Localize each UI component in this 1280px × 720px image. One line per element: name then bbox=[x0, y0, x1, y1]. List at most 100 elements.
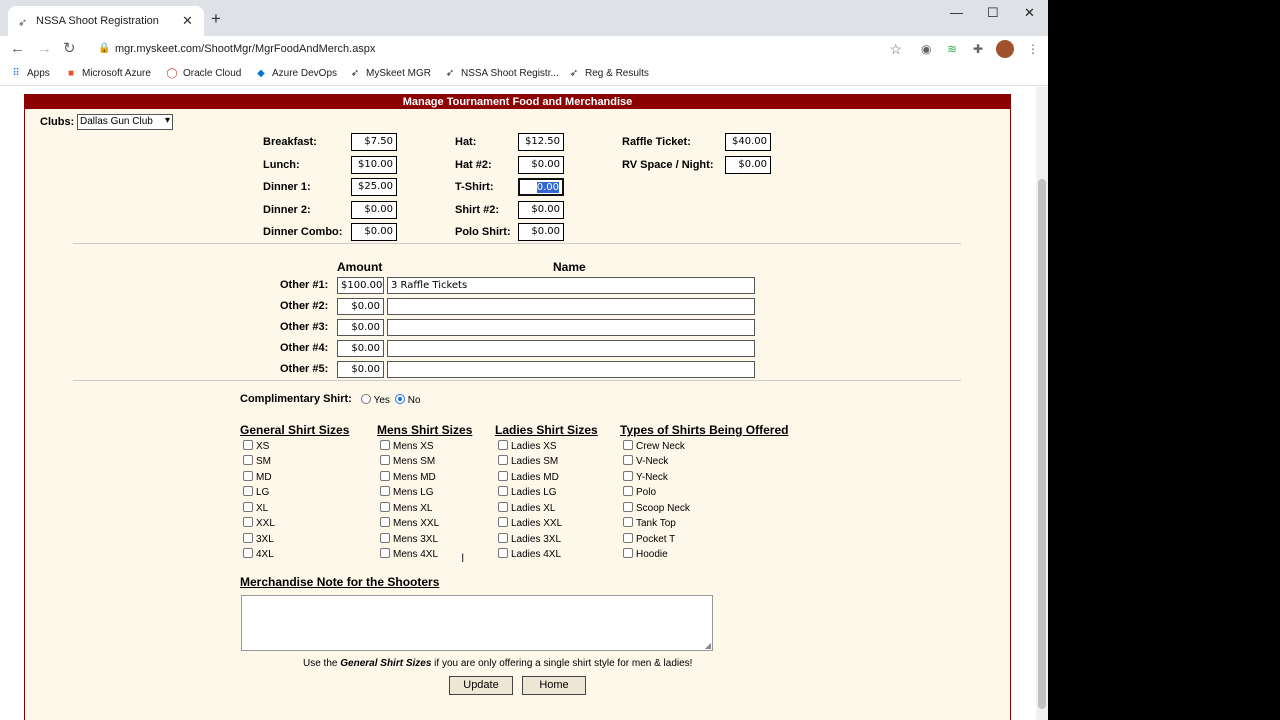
shirt-type-checkbox[interactable]: Crew Neck bbox=[623, 440, 685, 452]
general-size-checkbox[interactable]: MD bbox=[243, 471, 272, 483]
yes-radio[interactable] bbox=[361, 394, 371, 404]
checkbox[interactable] bbox=[243, 533, 253, 543]
checkbox[interactable] bbox=[498, 486, 508, 496]
raffle-ticket-price-input[interactable]: $40.00 bbox=[725, 133, 771, 151]
checkbox[interactable] bbox=[498, 548, 508, 558]
new-tab-icon[interactable]: + bbox=[211, 10, 221, 28]
checkbox[interactable] bbox=[380, 548, 390, 558]
extension-circle-icon[interactable]: ◉ bbox=[921, 42, 931, 56]
forward-icon[interactable]: → bbox=[37, 40, 52, 58]
close-tab-icon[interactable]: ✕ bbox=[182, 13, 193, 29]
mens-size-checkbox[interactable]: Mens XXL bbox=[380, 517, 439, 529]
hat2-price-input[interactable]: $0.00 bbox=[518, 156, 564, 174]
checkbox[interactable] bbox=[243, 471, 253, 481]
general-size-checkbox[interactable]: LG bbox=[243, 486, 269, 498]
tshirt-price-input[interactable]: 0.00 bbox=[518, 178, 564, 196]
general-size-checkbox[interactable]: XXL bbox=[243, 517, 275, 529]
home-button[interactable]: Home bbox=[522, 676, 586, 695]
ladies-size-checkbox[interactable]: Ladies SM bbox=[498, 455, 558, 467]
checkbox[interactable] bbox=[623, 517, 633, 527]
checkbox[interactable] bbox=[243, 486, 253, 496]
general-size-checkbox[interactable]: 3XL bbox=[243, 533, 274, 545]
ladies-size-checkbox[interactable]: Ladies 3XL bbox=[498, 533, 561, 545]
checkbox[interactable] bbox=[498, 471, 508, 481]
mens-size-checkbox[interactable]: Mens 4XL bbox=[380, 548, 438, 560]
minimize-icon[interactable]: — bbox=[950, 4, 963, 22]
general-size-checkbox[interactable]: XL bbox=[243, 502, 268, 514]
dinner-combo-price-input[interactable]: $0.00 bbox=[351, 223, 397, 241]
ladies-size-checkbox[interactable]: Ladies LG bbox=[498, 486, 557, 498]
checkbox[interactable] bbox=[380, 533, 390, 543]
checkbox[interactable] bbox=[380, 455, 390, 465]
menu-dots-icon[interactable]: ⋮ bbox=[1027, 42, 1039, 56]
rv-space-price-input[interactable]: $0.00 bbox=[725, 156, 771, 174]
ladies-size-checkbox[interactable]: Ladies XXL bbox=[498, 517, 562, 529]
checkbox[interactable] bbox=[243, 455, 253, 465]
lunch-price-input[interactable]: $10.00 bbox=[351, 156, 397, 174]
mens-size-checkbox[interactable]: Mens 3XL bbox=[380, 533, 438, 545]
checkbox[interactable] bbox=[243, 548, 253, 558]
bookmark-myskeet-mgr[interactable]: ➶ MySkeet MGR bbox=[349, 68, 431, 79]
profile-avatar[interactable] bbox=[996, 40, 1014, 58]
extension-wave-icon[interactable]: ≋ bbox=[947, 42, 957, 56]
other4-name-input[interactable] bbox=[387, 340, 755, 357]
checkbox[interactable] bbox=[623, 486, 633, 496]
breakfast-price-input[interactable]: $7.50 bbox=[351, 133, 397, 151]
clubs-select[interactable]: Dallas Gun Club ▾ bbox=[77, 114, 173, 130]
resize-grip-icon[interactable]: ◢ bbox=[705, 641, 711, 650]
other1-name-input[interactable]: 3 Raffle Tickets bbox=[387, 277, 755, 294]
general-size-checkbox[interactable]: SM bbox=[243, 455, 271, 467]
checkbox[interactable] bbox=[623, 533, 633, 543]
reload-icon[interactable]: ↻ bbox=[63, 40, 76, 58]
mens-size-checkbox[interactable]: Mens SM bbox=[380, 455, 435, 467]
page-scrollbar[interactable] bbox=[1036, 87, 1048, 720]
shirt-type-checkbox[interactable]: V-Neck bbox=[623, 455, 668, 467]
checkbox[interactable] bbox=[243, 502, 253, 512]
other3-amount-input[interactable]: $0.00 bbox=[337, 319, 384, 336]
checkbox[interactable] bbox=[623, 455, 633, 465]
checkbox[interactable] bbox=[380, 502, 390, 512]
checkbox[interactable] bbox=[498, 455, 508, 465]
checkbox[interactable] bbox=[623, 471, 633, 481]
dinner1-price-input[interactable]: $25.00 bbox=[351, 178, 397, 196]
shirt-type-checkbox[interactable]: Hoodie bbox=[623, 548, 668, 560]
checkbox[interactable] bbox=[380, 517, 390, 527]
checkbox[interactable] bbox=[380, 486, 390, 496]
checkbox[interactable] bbox=[380, 471, 390, 481]
shirt2-price-input[interactable]: $0.00 bbox=[518, 201, 564, 219]
other5-name-input[interactable] bbox=[387, 361, 755, 378]
merch-note-textarea[interactable]: ◢ bbox=[241, 595, 713, 651]
other4-amount-input[interactable]: $0.00 bbox=[337, 340, 384, 357]
back-icon[interactable]: ← bbox=[10, 40, 25, 58]
bookmark-apps[interactable]: ⠿ Apps bbox=[10, 68, 49, 79]
no-radio[interactable] bbox=[395, 394, 405, 404]
mens-size-checkbox[interactable]: Mens LG bbox=[380, 486, 434, 498]
ladies-size-checkbox[interactable]: Ladies XS bbox=[498, 440, 557, 452]
other1-amount-input[interactable]: $100.00 bbox=[337, 277, 384, 294]
checkbox[interactable] bbox=[380, 440, 390, 450]
ladies-size-checkbox[interactable]: Ladies XL bbox=[498, 502, 555, 514]
general-size-checkbox[interactable]: XS bbox=[243, 440, 269, 452]
checkbox[interactable] bbox=[498, 517, 508, 527]
close-window-icon[interactable]: ✕ bbox=[1024, 4, 1035, 22]
shirt-type-checkbox[interactable]: Y-Neck bbox=[623, 471, 668, 483]
maximize-icon[interactable]: ☐ bbox=[987, 4, 999, 22]
tab-nssa[interactable]: ➶ NSSA Shoot Registration ✕ bbox=[8, 6, 204, 40]
shirt-type-checkbox[interactable]: Tank Top bbox=[623, 517, 676, 529]
other2-amount-input[interactable]: $0.00 bbox=[337, 298, 384, 315]
other3-name-input[interactable] bbox=[387, 319, 755, 336]
other5-amount-input[interactable]: $0.00 bbox=[337, 361, 384, 378]
complimentary-no-option[interactable]: No bbox=[395, 394, 421, 406]
dinner2-price-input[interactable]: $0.00 bbox=[351, 201, 397, 219]
checkbox[interactable] bbox=[498, 533, 508, 543]
mens-size-checkbox[interactable]: Mens XS bbox=[380, 440, 434, 452]
checkbox[interactable] bbox=[243, 517, 253, 527]
address-bar[interactable]: 🔒 mgr.myskeet.com/ShootMgr/MgrFoodAndMer… bbox=[88, 37, 910, 63]
ladies-size-checkbox[interactable]: Ladies 4XL bbox=[498, 548, 561, 560]
checkbox[interactable] bbox=[623, 548, 633, 558]
update-button[interactable]: Update bbox=[449, 676, 513, 695]
shirt-type-checkbox[interactable]: Scoop Neck bbox=[623, 502, 690, 514]
complimentary-yes-option[interactable]: Yes bbox=[361, 394, 390, 406]
polo-shirt-price-input[interactable]: $0.00 bbox=[518, 223, 564, 241]
mens-size-checkbox[interactable]: Mens XL bbox=[380, 502, 432, 514]
